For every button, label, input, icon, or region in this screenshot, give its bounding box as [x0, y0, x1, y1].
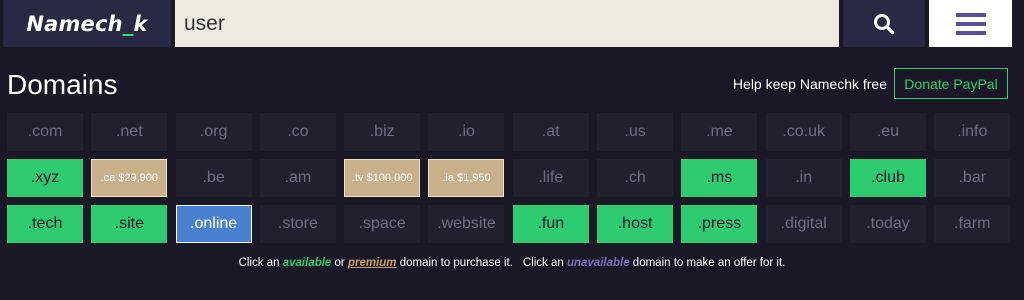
domain-tile[interactable]: .ms: [681, 159, 758, 197]
logo[interactable]: Namech _ k: [3, 0, 171, 47]
domain-tile[interactable]: .co: [259, 113, 336, 151]
domain-tile[interactable]: .fun: [512, 205, 589, 243]
domain-tile[interactable]: .be: [175, 159, 252, 197]
domain-tile[interactable]: .at: [512, 113, 589, 151]
top-bar: Namech _ k: [0, 0, 1024, 50]
domain-tile[interactable]: .com: [7, 113, 83, 151]
logo-text-left: Namech: [26, 11, 123, 36]
domain-tile[interactable]: .info: [934, 113, 1011, 151]
footnote-unavailable-keyword: unavailable: [566, 257, 630, 269]
domain-tile[interactable]: .store: [259, 205, 336, 243]
footnote: Click an available or premium domain to …: [0, 257, 1024, 269]
domain-tile[interactable]: .digital: [765, 205, 842, 243]
search-icon: [874, 13, 895, 34]
logo-text-right: k: [133, 11, 148, 36]
search-input[interactable]: [175, 0, 839, 47]
domain-tile[interactable]: .press: [681, 205, 758, 243]
donate-paypal-button[interactable]: Donate PayPal: [894, 68, 1008, 99]
domain-tile[interactable]: .net: [91, 113, 168, 151]
domain-tile[interactable]: .eu: [849, 113, 926, 151]
footnote-premium-keyword: premium: [347, 257, 397, 269]
domain-tile[interactable]: .tech: [7, 205, 83, 243]
domain-tile[interactable]: .ca $29,900: [91, 159, 168, 197]
logo-underscore: _: [122, 11, 134, 36]
domain-tile[interactable]: .in: [765, 159, 842, 197]
domain-tile[interactable]: .bar: [934, 159, 1011, 197]
footnote-available-keyword: available: [282, 257, 332, 269]
domain-tile[interactable]: .la $1,950: [428, 159, 505, 197]
footnote-text: domain to purchase it.: [396, 257, 513, 269]
hamburger-menu-icon: [955, 12, 986, 35]
footnote-text: domain to make an offer for it.: [629, 257, 786, 269]
domain-tile[interactable]: .org: [175, 113, 252, 151]
domain-tile[interactable]: .me: [681, 113, 758, 151]
domain-tile[interactable]: .host: [597, 205, 674, 243]
search-button[interactable]: [843, 0, 925, 47]
domain-tile[interactable]: .us: [597, 113, 674, 151]
domain-tile[interactable]: .io: [428, 113, 505, 151]
domain-tile[interactable]: .biz: [344, 113, 421, 151]
footnote-text: Click an: [238, 257, 283, 269]
domain-tile[interactable]: .space: [344, 205, 421, 243]
domain-tile[interactable]: .site: [91, 205, 168, 243]
footnote-text: Click an: [522, 257, 567, 269]
domain-tile[interactable]: .xyz: [7, 159, 83, 197]
domain-tile[interactable]: .ch: [597, 159, 674, 197]
domain-tile[interactable]: .tv $100,000: [344, 159, 421, 197]
domain-tile[interactable]: .website: [428, 205, 505, 243]
domain-tile[interactable]: .am: [259, 159, 336, 197]
keep-free-text: Help keep Namechk free: [732, 76, 887, 92]
domain-tile[interactable]: .co.uk: [765, 113, 842, 151]
domain-tile[interactable]: .club: [849, 159, 926, 197]
domain-tile[interactable]: .farm: [934, 205, 1011, 243]
footnote-text: or: [331, 257, 348, 269]
domain-tile[interactable]: .life: [512, 159, 589, 197]
domain-tile[interactable]: .today: [849, 205, 926, 243]
page-title: Domains: [7, 69, 118, 100]
domain-grid: .com .net .org .co .biz .io .at .us .me .co.uk .eu…: [7, 113, 1019, 243]
domain-tile[interactable]: .online: [175, 205, 252, 243]
menu-button[interactable]: [929, 0, 1012, 47]
